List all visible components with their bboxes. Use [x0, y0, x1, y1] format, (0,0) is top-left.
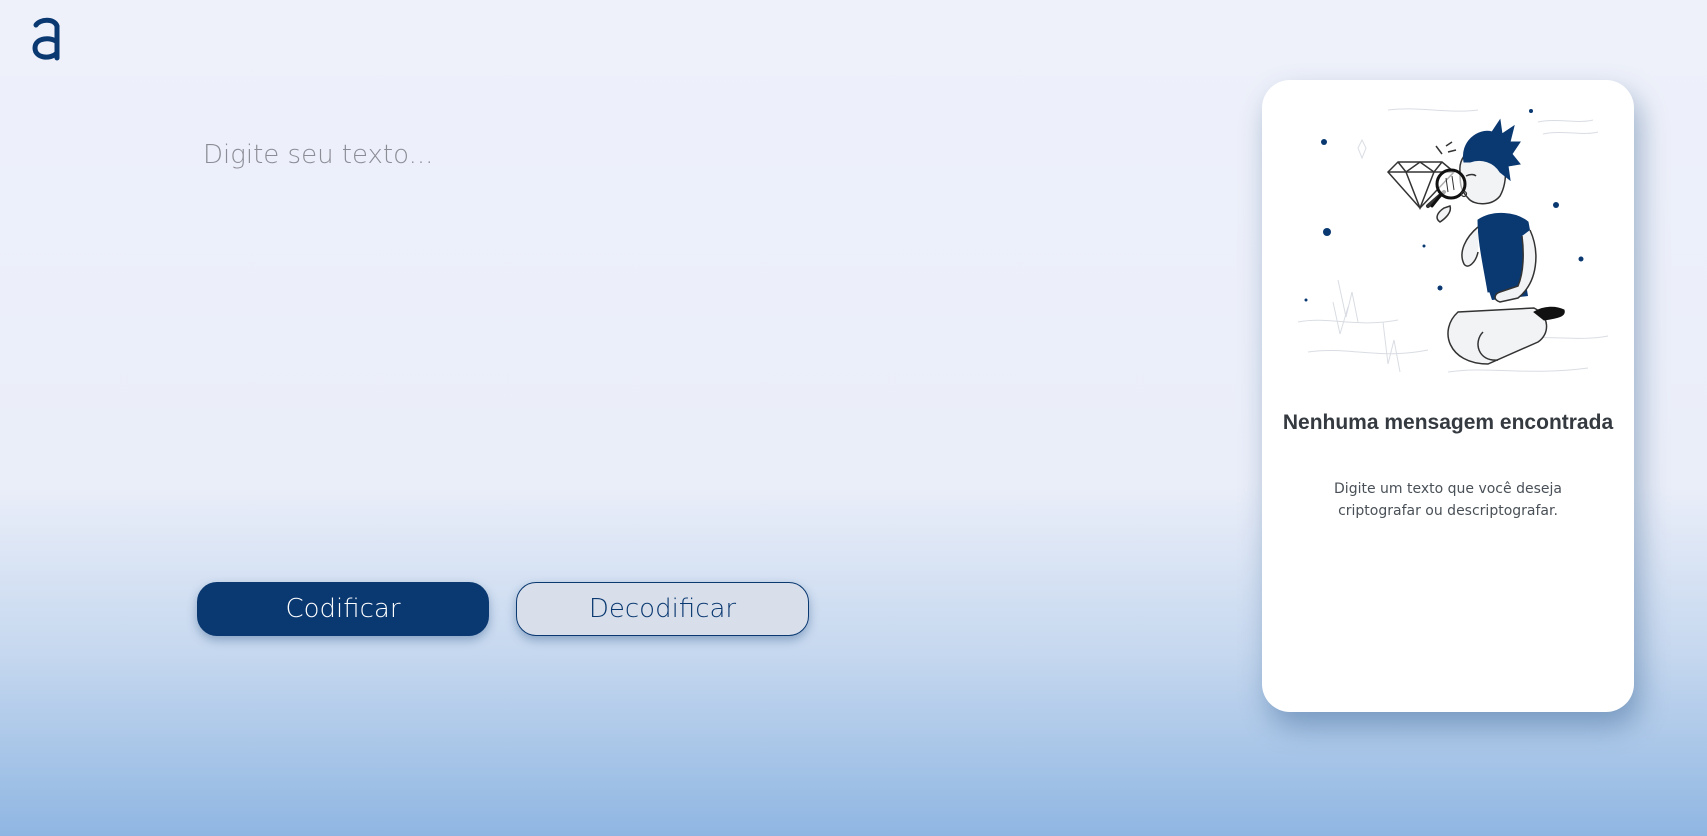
decode-button[interactable]: Decodificar — [516, 582, 809, 636]
encode-button-label: Codificar — [285, 594, 401, 624]
encode-button[interactable]: Codificar — [197, 582, 489, 636]
logo-icon — [30, 16, 64, 62]
message-input[interactable] — [203, 140, 1103, 520]
empty-state-title: Nenhuma mensagem encontrada — [1282, 411, 1614, 434]
output-panel: Nenhuma mensagem encontrada Digite um te… — [1262, 80, 1634, 712]
empty-state-description: Digite um texto que você deseja criptogr… — [1334, 481, 1562, 519]
decode-button-label: Decodificar — [588, 594, 737, 624]
magnifying-glass-illustration-icon — [1288, 102, 1612, 384]
